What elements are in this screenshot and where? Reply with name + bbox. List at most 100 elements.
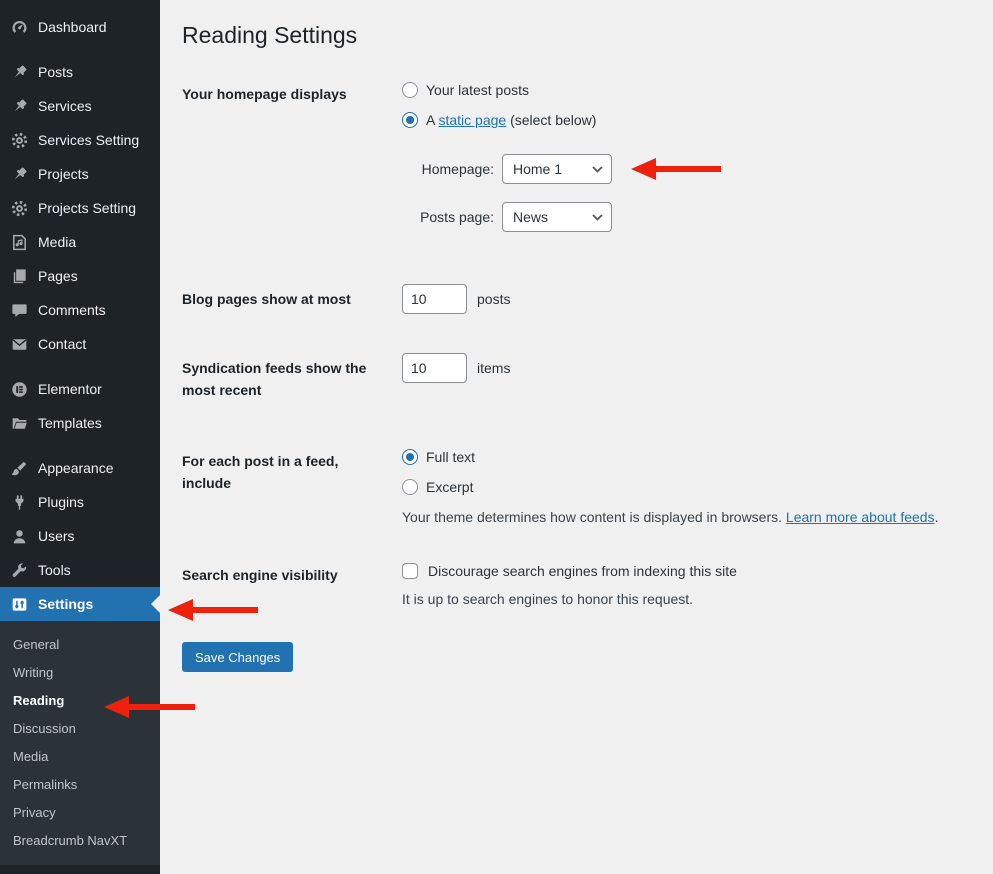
save-changes-button[interactable]: Save Changes: [182, 642, 293, 672]
submenu-item-breadcrumb-navxt[interactable]: Breadcrumb NavXT: [0, 827, 160, 855]
sidebar-item-services[interactable]: Services: [0, 89, 160, 123]
sidebar-item-label: Pages: [38, 268, 78, 284]
red-arrow-homepage-annotation: [631, 157, 721, 180]
pushpin-icon: [9, 96, 29, 116]
full-text-radio[interactable]: [402, 449, 418, 465]
homepage-select[interactable]: Home 1: [502, 154, 612, 184]
discourage-indexing-option[interactable]: Discourage search engines from indexing …: [402, 560, 973, 581]
arrow-head-icon: [631, 158, 656, 180]
homepage-select-label: Homepage:: [402, 161, 494, 177]
excerpt-option-label: Excerpt: [426, 479, 473, 495]
folder-icon: [9, 413, 29, 433]
sidebar-item-label: Dashboard: [38, 19, 107, 35]
pushpin-icon: [9, 164, 29, 184]
blog-pages-input[interactable]: [402, 284, 467, 314]
syndication-unit: items: [477, 360, 510, 376]
sidebar-item-label: Templates: [38, 415, 102, 431]
learn-more-feeds-link[interactable]: Learn more about feeds: [786, 509, 935, 525]
submenu-item-general[interactable]: General: [0, 631, 160, 659]
search-visibility-row: Search engine visibility Discourage sear…: [182, 560, 973, 607]
latest-posts-option-label: Your latest posts: [426, 82, 529, 98]
search-visibility-note: It is up to search engines to honor this…: [402, 591, 973, 607]
static-page-radio[interactable]: [402, 112, 418, 128]
submenu-item-discussion[interactable]: Discussion: [0, 715, 160, 743]
arrow-head-icon: [104, 696, 129, 718]
feed-note: Your theme determines how content is dis…: [402, 509, 973, 525]
current-menu-arrow: [142, 595, 160, 613]
latest-posts-radio[interactable]: [402, 82, 418, 98]
submenu-item-privacy[interactable]: Privacy: [0, 799, 160, 827]
homepage-displays-row: Your homepage displays Your latest posts…: [182, 79, 973, 232]
sidebar-item-label: Services Setting: [38, 132, 139, 148]
sidebar-item-label: Comments: [38, 302, 106, 318]
syndication-label: Syndication feeds show the most recent: [182, 353, 402, 401]
sidebar-item-dashboard[interactable]: Dashboard: [0, 10, 160, 44]
sidebar-item-projects-setting[interactable]: Projects Setting: [0, 191, 160, 225]
sidebar-item-contact[interactable]: Contact: [0, 327, 160, 361]
posts-page-select-row: Posts page: News: [402, 202, 973, 232]
settings-submenu: GeneralWritingReadingDiscussionMediaPerm…: [0, 621, 160, 865]
plug-icon: [9, 492, 29, 512]
brush-icon: [9, 458, 29, 478]
blog-pages-row: Blog pages show at most posts: [182, 284, 973, 314]
sidebar-item-posts[interactable]: Posts: [0, 55, 160, 89]
static-page-option-label: A static page (select below): [426, 112, 596, 128]
sidebar-item-comments[interactable]: Comments: [0, 293, 160, 327]
latest-posts-option[interactable]: Your latest posts: [402, 79, 973, 100]
syndication-row: Syndication feeds show the most recent i…: [182, 353, 973, 401]
search-visibility-label: Search engine visibility: [182, 560, 402, 586]
media-icon: [9, 232, 29, 252]
blog-pages-label: Blog pages show at most: [182, 284, 402, 310]
red-arrow-reading-annotation: [104, 695, 195, 718]
static-page-option[interactable]: A static page (select below): [402, 109, 973, 130]
envelope-icon: [9, 334, 29, 354]
excerpt-radio[interactable]: [402, 479, 418, 495]
sidebar-item-label: Projects: [38, 166, 89, 182]
sidebar-item-label: Projects Setting: [38, 200, 136, 216]
sidebar-item-elementor[interactable]: Elementor: [0, 372, 160, 406]
gear-icon: [9, 130, 29, 150]
feed-include-row: For each post in a feed, include Full te…: [182, 446, 973, 525]
sidebar-item-label: Plugins: [38, 494, 84, 510]
sidebar-item-templates[interactable]: Templates: [0, 406, 160, 440]
sidebar-item-label: Media: [38, 234, 76, 250]
sidebar-item-users[interactable]: Users: [0, 519, 160, 553]
sidebar-item-pages[interactable]: Pages: [0, 259, 160, 293]
submenu-item-permalinks[interactable]: Permalinks: [0, 771, 160, 799]
sidebar-item-settings[interactable]: Settings: [0, 587, 160, 621]
syndication-input[interactable]: [402, 353, 467, 383]
sidebar-item-plugins[interactable]: Plugins: [0, 485, 160, 519]
sliders-icon: [9, 594, 29, 614]
sidebar-item-appearance[interactable]: Appearance: [0, 451, 160, 485]
red-arrow-settings-annotation: [168, 598, 258, 621]
discourage-indexing-checkbox[interactable]: [402, 563, 418, 579]
sidebar-item-label: Services: [38, 98, 92, 114]
wrench-icon: [9, 560, 29, 580]
full-text-option[interactable]: Full text: [402, 446, 973, 467]
sidebar-item-label: Settings: [38, 596, 93, 612]
submenu-item-media[interactable]: Media: [0, 743, 160, 771]
user-icon: [9, 526, 29, 546]
posts-page-select[interactable]: News: [502, 202, 612, 232]
sidebar-item-label: Contact: [38, 336, 86, 352]
sidebar-item-projects[interactable]: Projects: [0, 157, 160, 191]
sidebar-item-tools[interactable]: Tools: [0, 553, 160, 587]
page-title: Reading Settings: [182, 21, 973, 50]
gear-icon: [9, 198, 29, 218]
blog-pages-unit: posts: [477, 291, 510, 307]
static-page-link[interactable]: static page: [438, 112, 506, 128]
feed-include-label: For each post in a feed, include: [182, 446, 402, 494]
excerpt-option[interactable]: Excerpt: [402, 476, 973, 497]
dashboard-icon: [9, 17, 29, 37]
arrow-head-icon: [168, 599, 193, 621]
full-text-option-label: Full text: [426, 449, 475, 465]
sidebar-item-label: Elementor: [38, 381, 102, 397]
sidebar-item-media[interactable]: Media: [0, 225, 160, 259]
comment-icon: [9, 300, 29, 320]
sidebar-item-services-setting[interactable]: Services Setting: [0, 123, 160, 157]
elementor-icon: [9, 379, 29, 399]
sidebar-item-label: Users: [38, 528, 75, 544]
sidebar-item-label: Posts: [38, 64, 73, 80]
submenu-item-writing[interactable]: Writing: [0, 659, 160, 687]
admin-sidebar: Dashboard Posts Services Services Setting Pr…: [0, 0, 160, 874]
